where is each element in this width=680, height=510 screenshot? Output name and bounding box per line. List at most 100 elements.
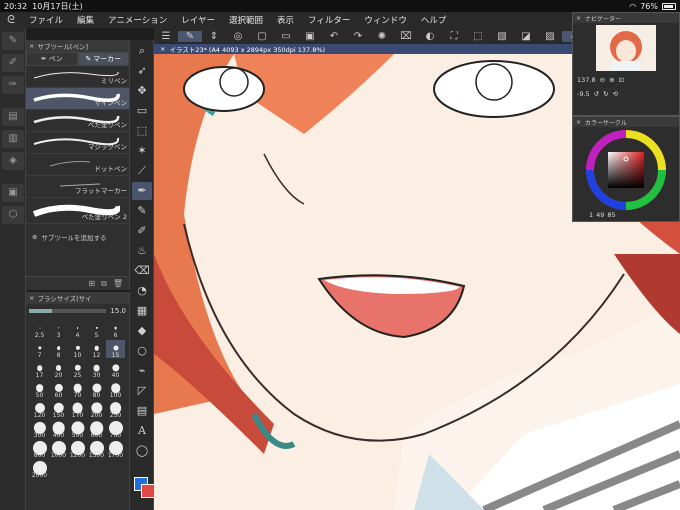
menu-filter[interactable]: フィルター: [301, 14, 357, 26]
folder-icon[interactable]: ▣: [2, 184, 24, 202]
menu-view[interactable]: 表示: [270, 14, 301, 26]
open-icon[interactable]: ▭: [274, 31, 298, 42]
text-icon[interactable]: A: [132, 422, 152, 440]
brush-size-option[interactable]: 8: [49, 340, 68, 359]
brush-size-option[interactable]: 1000: [49, 440, 68, 459]
duplicate-icon[interactable]: ⧉: [101, 279, 107, 289]
frame-icon[interactable]: ⌁: [132, 362, 152, 380]
stepper-icon[interactable]: ⇕: [202, 31, 226, 42]
add-subtool-button[interactable]: ⊕ サブツールを追加する: [26, 224, 129, 250]
ruler-snap-icon[interactable]: ◪: [514, 31, 538, 42]
save-icon[interactable]: ▣: [298, 31, 322, 42]
select-layer-icon[interactable]: ➶: [132, 62, 152, 80]
brush-preview-icon[interactable]: ✑: [2, 76, 24, 94]
brush-size-option[interactable]: 60: [49, 380, 68, 399]
brush-size-option[interactable]: 700: [106, 420, 125, 439]
brush-size-option[interactable]: 20: [49, 360, 68, 379]
document-tab[interactable]: × イラスト23* (A4 4093 x 2894px 350dpi 137.8…: [154, 44, 574, 54]
transform-icon[interactable]: ⛶: [442, 31, 466, 42]
menu-file[interactable]: ファイル: [22, 14, 70, 26]
gradient-icon[interactable]: ▦: [132, 302, 152, 320]
pencil-icon[interactable]: ✎: [132, 202, 152, 220]
brush-size-option[interactable]: 50: [30, 380, 49, 399]
brush-size-option[interactable]: 15: [106, 340, 125, 359]
selection-cmd-icon[interactable]: ⬚: [466, 31, 490, 42]
brush-size-option[interactable]: 1500: [87, 440, 106, 459]
selection-icon[interactable]: ⬚: [132, 122, 152, 140]
brush-item[interactable]: サインペン: [26, 88, 129, 110]
menu-icon[interactable]: ☰: [154, 31, 178, 42]
rotate-right-icon[interactable]: ↻: [603, 90, 608, 98]
reset-rotation-icon[interactable]: ⟲: [613, 90, 618, 98]
sub-color-swatch[interactable]: [141, 484, 155, 498]
close-icon[interactable]: ×: [29, 294, 34, 302]
brush-size-option[interactable]: 500: [68, 420, 87, 439]
brush-size-option[interactable]: 25: [68, 360, 87, 379]
tab-marker[interactable]: ✎ マーカー: [77, 52, 129, 66]
brush-size-option[interactable]: 300: [30, 420, 49, 439]
brush-size-option[interactable]: 3: [49, 320, 68, 339]
new-file-icon[interactable]: ▢: [250, 31, 274, 42]
brush-size-option[interactable]: 400: [49, 420, 68, 439]
pen-tool-icon[interactable]: ✒: [132, 182, 152, 200]
zoom-out-icon[interactable]: ⊖: [600, 76, 605, 84]
brush-tool-icon[interactable]: ✐: [132, 222, 152, 240]
brush-size-option[interactable]: 600: [87, 420, 106, 439]
tab-pen[interactable]: ✒ ペン: [26, 52, 78, 66]
menu-window[interactable]: ウィンドウ: [357, 14, 414, 26]
brush-size-option[interactable]: 170: [68, 400, 87, 419]
close-icon[interactable]: ×: [576, 15, 581, 22]
brush-item[interactable]: マジックペン: [26, 132, 129, 154]
color-wheel[interactable]: [573, 129, 679, 211]
loading-icon[interactable]: ✺: [370, 31, 394, 42]
redo-icon[interactable]: ↷: [346, 31, 370, 42]
tool-property-icon[interactable]: ✎: [2, 32, 24, 50]
slider-track[interactable]: [29, 309, 107, 313]
brush-size-option[interactable]: 150: [49, 400, 68, 419]
fill-icon[interactable]: ▭: [132, 102, 152, 120]
app-logo-icon[interactable]: ᘓ: [0, 13, 22, 27]
copy-icon[interactable]: ⊞: [88, 279, 95, 288]
material-icon[interactable]: ◈: [2, 152, 24, 170]
clear-icon[interactable]: ⌧: [394, 31, 418, 42]
layer-icon[interactable]: ▤: [2, 108, 24, 126]
brush-size-option[interactable]: 800: [30, 440, 49, 459]
speech-bubble-icon[interactable]: ◯: [132, 442, 152, 460]
brush-size-option[interactable]: 4: [68, 320, 87, 339]
display-icon[interactable]: ◎: [226, 31, 250, 42]
layer-property-icon[interactable]: ▥: [2, 130, 24, 148]
close-icon[interactable]: ×: [160, 45, 165, 53]
undo-icon[interactable]: ↶: [322, 31, 346, 42]
blend-icon[interactable]: ◔: [132, 282, 152, 300]
brush-size-option[interactable]: 80: [87, 380, 106, 399]
brush-size-option[interactable]: 2000: [30, 460, 49, 479]
rotate-left-icon[interactable]: ↺: [594, 90, 599, 98]
snap-icon[interactable]: ▧: [490, 31, 514, 42]
brush-size-option[interactable]: 70: [68, 380, 87, 399]
navigator-thumbnail[interactable]: [596, 25, 656, 71]
fill-command-icon[interactable]: ◐: [418, 31, 442, 42]
brush-size-option[interactable]: 6: [106, 320, 125, 339]
ruler-icon[interactable]: ▤: [132, 402, 152, 420]
figure-icon[interactable]: ○: [132, 342, 152, 360]
brush-size-option[interactable]: 250: [106, 400, 125, 419]
brush-item[interactable]: ドットペン: [26, 154, 129, 176]
brush-item[interactable]: べた塗りペン: [26, 110, 129, 132]
brush-size-option[interactable]: 1200: [68, 440, 87, 459]
menu-animation[interactable]: アニメーション: [101, 14, 174, 26]
brush-size-option[interactable]: 40: [106, 360, 125, 379]
zoom-in-icon[interactable]: ⊕: [609, 76, 614, 84]
balloon-icon[interactable]: ◸: [132, 382, 152, 400]
airbrush-icon[interactable]: ♨: [132, 242, 152, 260]
menu-help[interactable]: ヘルプ: [414, 14, 454, 26]
pen-toggle-icon[interactable]: ✎: [178, 30, 202, 42]
brush-size-option[interactable]: 120: [30, 400, 49, 419]
fit-icon[interactable]: ⊡: [619, 76, 624, 84]
brush-size-option[interactable]: 12: [87, 340, 106, 359]
menu-layer[interactable]: レイヤー: [174, 14, 222, 26]
brush-size-option[interactable]: 30: [87, 360, 106, 379]
close-icon[interactable]: ×: [29, 42, 34, 50]
brush-item[interactable]: べた塗りペン 2: [26, 198, 129, 224]
package-icon[interactable]: ⬡: [2, 206, 24, 224]
brush-size-option[interactable]: 100: [106, 380, 125, 399]
